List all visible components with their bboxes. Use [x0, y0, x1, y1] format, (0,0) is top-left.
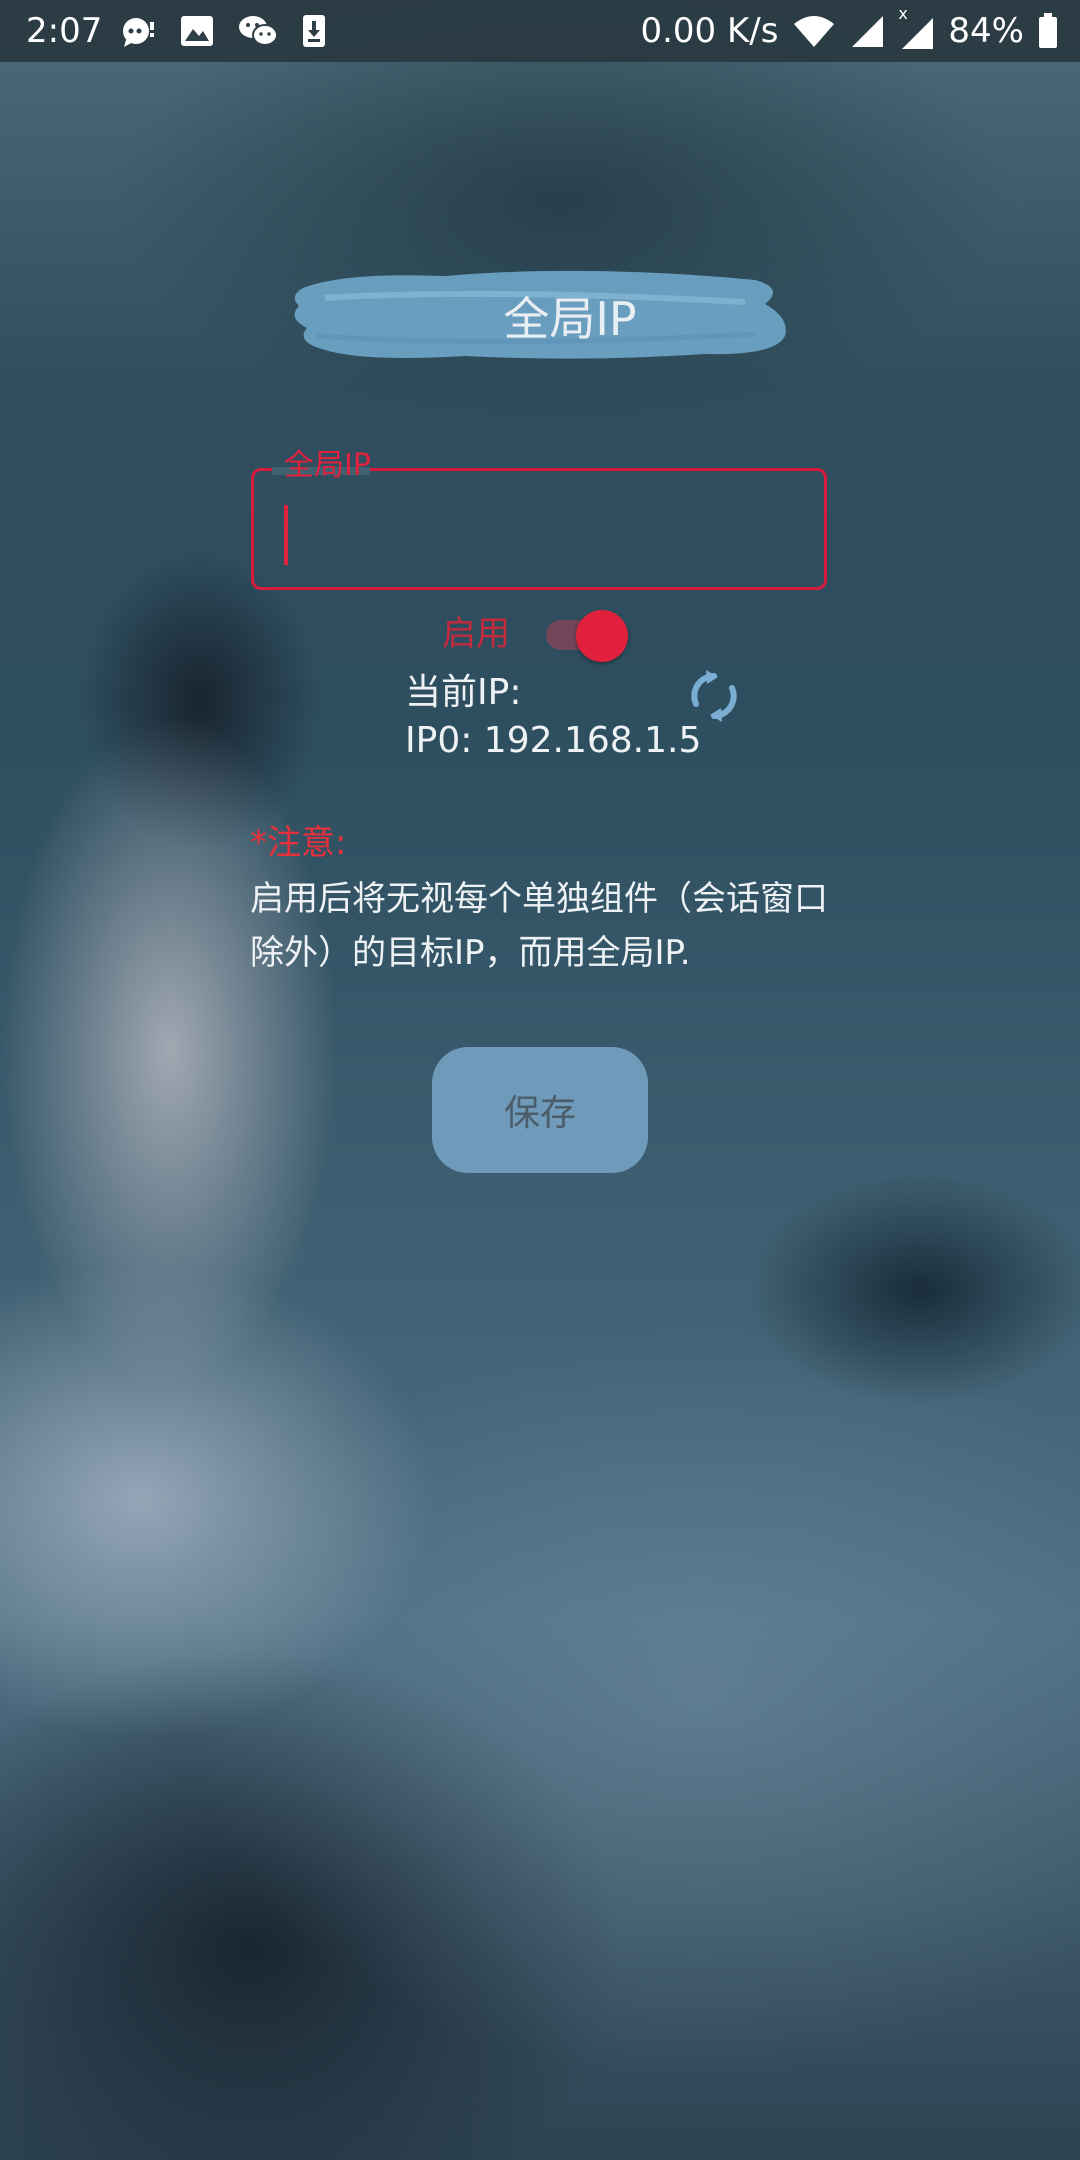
notice-title: *注意: — [250, 823, 347, 863]
current-ip-value: IP0: 192.168.1.5 — [405, 720, 702, 761]
status-time: 2:07 — [26, 11, 103, 51]
global-ip-field[interactable]: 全局IP — [251, 448, 827, 590]
switch-thumb — [576, 610, 628, 662]
battery-icon — [1039, 13, 1057, 48]
notice-body: 启用后将无视每个单独组件（会话窗口除外）的目标IP，而用全局IP. — [250, 879, 828, 973]
page-title-banner: 全局IP — [285, 258, 795, 374]
global-ip-field-label: 全局IP — [284, 448, 371, 483]
battery-percent: 84% — [948, 11, 1024, 51]
current-ip-label: 当前IP: — [405, 672, 522, 713]
wechat-icon — [239, 16, 278, 46]
status-right-group: 0.00 K/s x 84% — [640, 6, 1058, 52]
enable-switch[interactable] — [546, 610, 630, 662]
page-title: 全局IP — [503, 292, 637, 346]
network-speed: 0.00 K/s — [640, 11, 779, 51]
enable-switch-label: 启用 — [442, 614, 510, 654]
text-cursor — [284, 505, 288, 565]
signal-icon — [902, 18, 934, 49]
global-ip-input[interactable] — [276, 501, 800, 563]
signal-icon — [852, 16, 884, 47]
status-bar: 2:07 0.00 K/s x 84% — [0, 0, 1080, 62]
image-icon — [181, 16, 213, 46]
signal-icon-roaming: x — [898, 6, 934, 50]
refresh-icon — [691, 670, 737, 722]
wifi-icon — [794, 16, 835, 47]
save-button[interactable]: 保存 — [432, 1047, 648, 1173]
app-screen: 2:07 0.00 K/s x 84% 全局IP 全局IP 启用 当前IP: I… — [0, 0, 1080, 2160]
status-notification-icons — [120, 14, 326, 48]
download-icon — [303, 15, 325, 47]
refresh-ip-button[interactable] — [686, 668, 742, 724]
notification-chat-icon — [123, 18, 154, 47]
